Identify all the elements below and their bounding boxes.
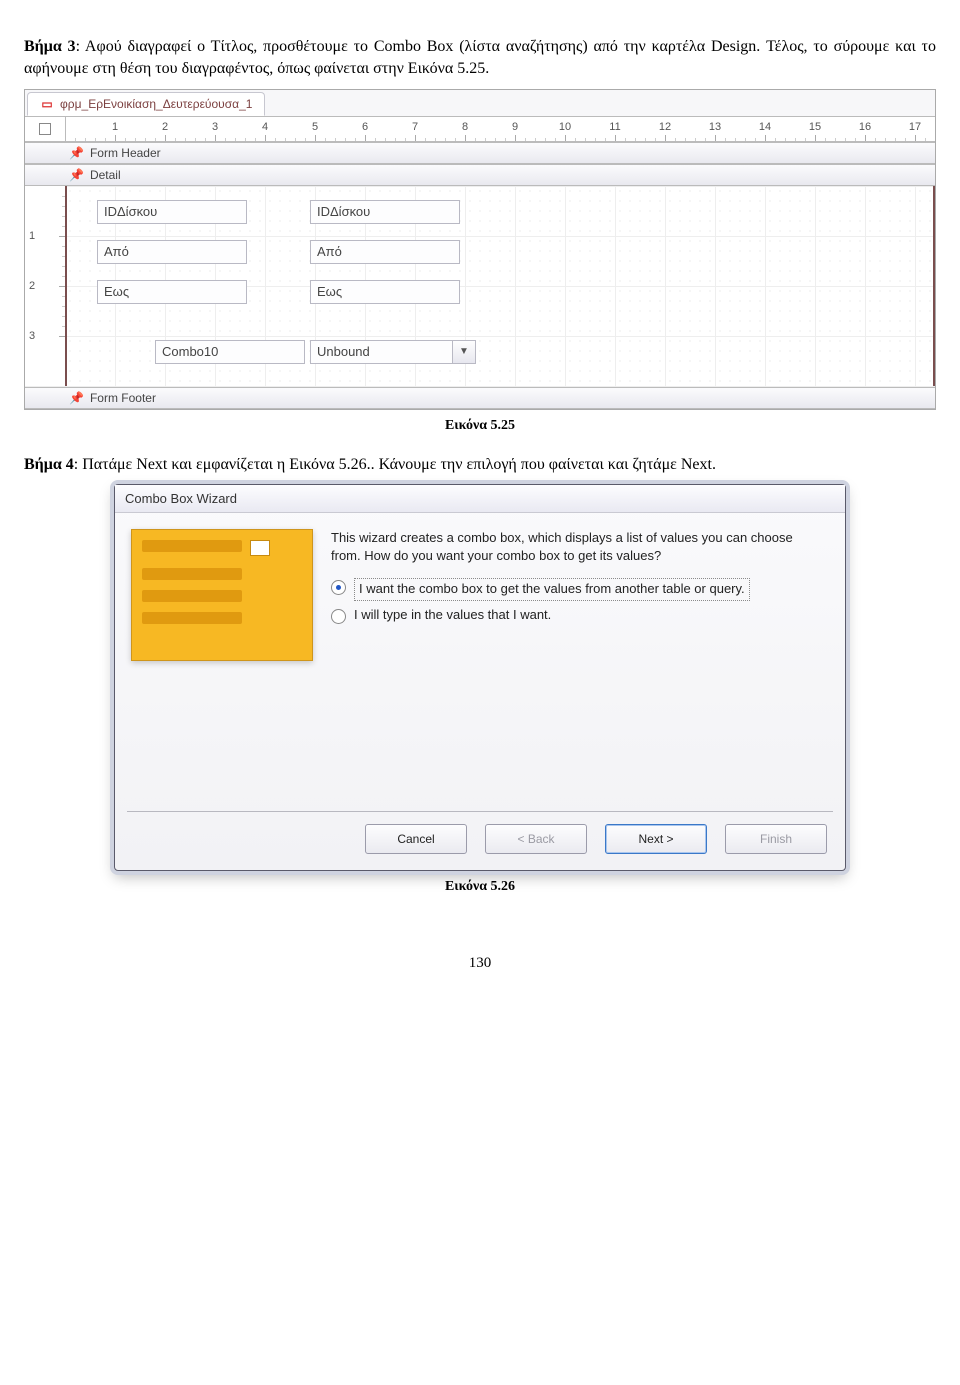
back-button: < Back (485, 824, 587, 854)
field-box-iddisk[interactable]: IDΔίσκου (310, 200, 460, 224)
wizard-intro: This wizard creates a combo box, which d… (331, 529, 825, 564)
section-header-label: Form Header (90, 146, 161, 160)
radio-icon[interactable] (331, 609, 346, 624)
pin-icon: 📌 (69, 391, 84, 405)
wizard-option-table-query[interactable]: I want the combo box to get the values f… (331, 578, 825, 601)
finish-button: Finish (725, 824, 827, 854)
left-edge (65, 186, 67, 386)
combo-box-wizard-dialog: Combo Box Wizard This wizard creates a c… (114, 484, 846, 871)
section-footer-label: Form Footer (90, 391, 156, 405)
ruler-corner[interactable] (25, 117, 66, 141)
wizard-button-row: Cancel < Back Next > Finish (115, 812, 845, 870)
design-grid-area[interactable]: 123 IDΔίσκου IDΔίσκου Από Από Εως Εως Co… (25, 186, 935, 387)
form-tab[interactable]: ▭ φρμ_ΕρΕνοικίαση_Δευτερεύουσα_1 (27, 92, 265, 116)
field-label-eos[interactable]: Εως (97, 280, 247, 304)
combo-label[interactable]: Combo10 (155, 340, 305, 364)
field-box-apo[interactable]: Από (310, 240, 460, 264)
right-edge (933, 186, 935, 386)
vertical-ruler: 123 (25, 186, 66, 386)
field-box-eos[interactable]: Εως (310, 280, 460, 304)
pin-icon: 📌 (69, 146, 84, 160)
wizard-option1-label: I want the combo box to get the values f… (354, 578, 750, 601)
illustration-dropdown-icon (250, 540, 270, 556)
figure-caption-525: Εικόνα 5.25 (24, 418, 936, 434)
step4-label: Βήμα 4 (24, 456, 74, 473)
wizard-illustration (131, 529, 313, 661)
combo-box[interactable]: Unbound (310, 340, 460, 364)
section-detail[interactable]: 📌 Detail (25, 164, 935, 186)
wizard-title: Combo Box Wizard (115, 485, 845, 513)
step4-text: : Πατάμε Next και εμφανίζεται η Εικόνα 5… (74, 456, 716, 473)
figure-caption-526: Εικόνα 5.26 (24, 879, 936, 895)
radio-icon[interactable] (331, 580, 346, 595)
horizontal-ruler: 123456789101112131415161718 (25, 116, 935, 142)
paragraph-step3: Βήμα 3: Αφού διαγραφεί ο Τίτλος, προσθέτ… (24, 36, 936, 81)
form-tab-label: φρμ_ΕρΕνοικίαση_Δευτερεύουσα_1 (60, 97, 252, 111)
step3-text: : Αφού διαγραφεί ο Τίτλος, προσθέτουμε τ… (24, 38, 936, 77)
section-form-footer[interactable]: 📌 Form Footer (25, 387, 935, 409)
section-form-header[interactable]: 📌 Form Header (25, 142, 935, 164)
wizard-content: This wizard creates a combo box, which d… (331, 529, 825, 799)
step3-label: Βήμα 3 (24, 38, 76, 55)
wizard-option-type-values[interactable]: I will type in the values that I want. (331, 607, 825, 624)
wizard-option2-label: I will type in the values that I want. (354, 607, 551, 624)
field-label-iddisk[interactable]: IDΔίσκου (97, 200, 247, 224)
page-number: 130 (24, 955, 936, 972)
paragraph-step4: Βήμα 4: Πατάμε Next και εμφανίζεται η Ει… (24, 454, 936, 476)
access-form-designer: ▭ φρμ_ΕρΕνοικίαση_Δευτερεύουσα_1 1234567… (24, 89, 936, 410)
next-button[interactable]: Next > (605, 824, 707, 854)
pin-icon: 📌 (69, 168, 84, 182)
designer-tabbar: ▭ φρμ_ΕρΕνοικίαση_Δευτερεύουσα_1 (25, 90, 935, 116)
form-tab-icon: ▭ (40, 97, 54, 111)
section-detail-label: Detail (90, 168, 121, 182)
cancel-button[interactable]: Cancel (365, 824, 467, 854)
combo-dropdown-icon[interactable]: ▼ (452, 340, 476, 364)
field-label-apo[interactable]: Από (97, 240, 247, 264)
